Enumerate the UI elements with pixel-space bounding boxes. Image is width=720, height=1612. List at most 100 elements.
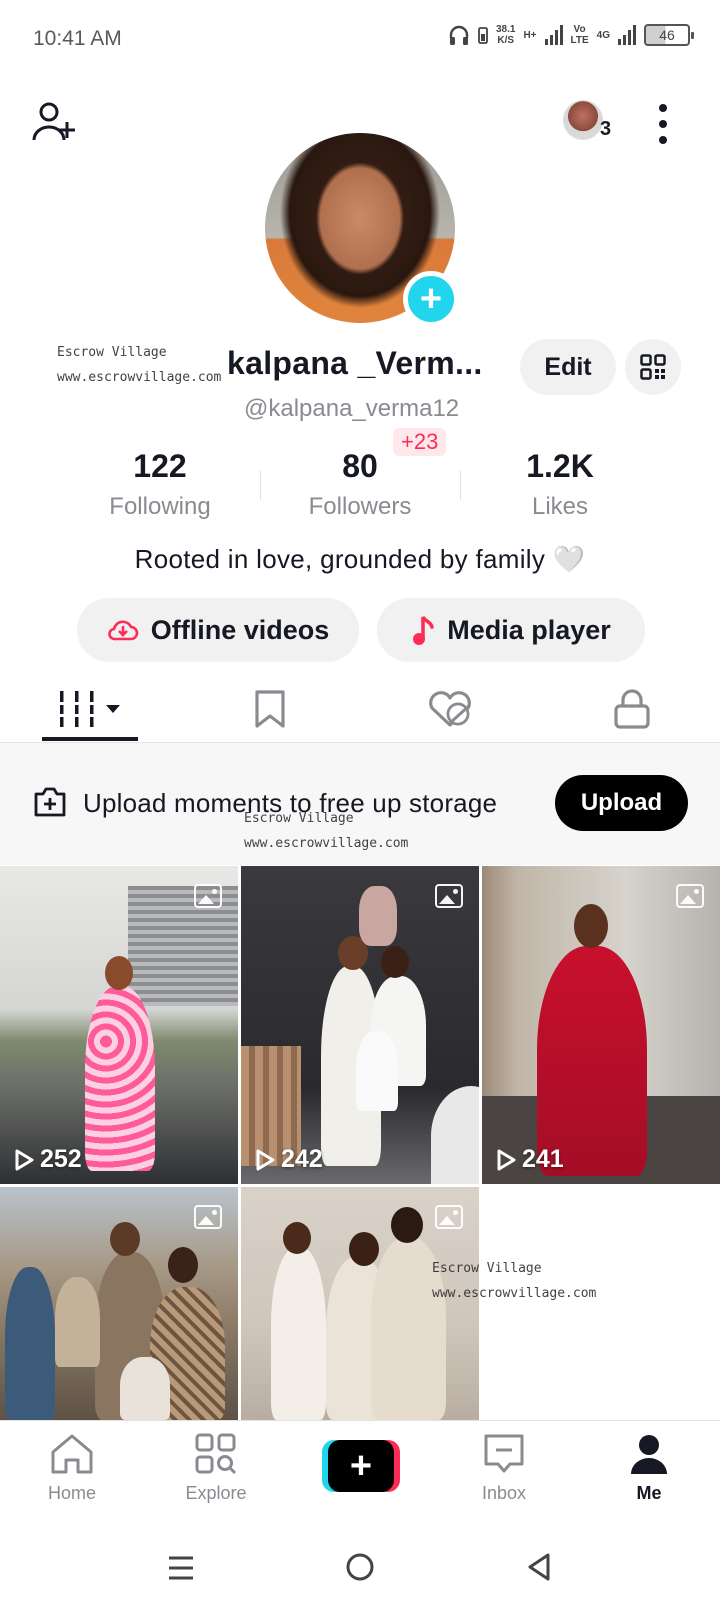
watermark-line: www.escrowvillage.com: [244, 836, 409, 851]
bio: Rooted in love, grounded by family 🤍: [134, 544, 586, 574]
stat-likes[interactable]: 1.2K Likes: [460, 448, 660, 521]
play-icon: [15, 1149, 34, 1170]
figure-head: [349, 1232, 379, 1266]
watermark-line: Escrow Village: [57, 345, 167, 360]
edit-profile-button[interactable]: Edit: [520, 339, 616, 395]
figure: [356, 1031, 398, 1111]
home-icon: [51, 1434, 93, 1474]
bookmark-icon: [255, 690, 285, 728]
post-tile[interactable]: 242: [241, 866, 479, 1184]
more-options-icon[interactable]: [658, 104, 668, 144]
photo-post-icon: [676, 884, 704, 908]
followers-label: Followers: [308, 493, 412, 520]
figure: [85, 986, 155, 1171]
balloon: [359, 886, 397, 946]
figure-head: [110, 1222, 140, 1256]
figure-head: [391, 1207, 423, 1243]
watermark-line: Escrow Village: [432, 1261, 542, 1276]
post-tile[interactable]: 252: [0, 866, 238, 1184]
offline-videos-label: Offline videos: [150, 614, 330, 645]
qr-code-button[interactable]: [625, 339, 681, 395]
watermark-line: www.escrowvillage.com: [432, 1286, 597, 1301]
nav-me[interactable]: Me: [594, 1433, 704, 1504]
signal-icon-2: [618, 25, 636, 45]
watermark-top: Escrow Village www.escrowvillage.com: [57, 340, 221, 390]
nav-explore[interactable]: Explore: [161, 1433, 271, 1504]
signal-icon: [544, 25, 563, 45]
create-button[interactable]: +: [322, 1440, 400, 1492]
media-player-label: Media player: [447, 614, 611, 645]
figure: [5, 1267, 55, 1420]
figure: [271, 1247, 326, 1420]
nav-home[interactable]: Home: [17, 1433, 127, 1504]
view-count-value: 252: [40, 1145, 82, 1173]
stat-followers[interactable]: 80 Followers: [260, 448, 460, 521]
watermark-line: Escrow Village: [244, 811, 354, 826]
volte-bottom: LTE: [570, 35, 589, 46]
inbox-icon: [484, 1434, 524, 1473]
tab-private[interactable]: [592, 680, 672, 738]
watermark-middle: Escrow Village www.escrowvillage.com: [244, 806, 408, 856]
figure-head: [574, 904, 608, 948]
figure: [55, 1277, 100, 1367]
figure-head: [105, 956, 133, 990]
headphones-icon: [449, 25, 469, 45]
tab-liked[interactable]: [410, 680, 490, 738]
figure-head: [283, 1222, 311, 1254]
photo-post-icon: [435, 1205, 463, 1229]
home-circle-icon[interactable]: [345, 1552, 375, 1582]
offline-videos-button[interactable]: Offline videos: [77, 598, 359, 662]
play-icon: [256, 1149, 275, 1170]
system-nav-bar: [0, 1524, 720, 1612]
volte-top: Vo: [573, 24, 586, 35]
likes-label: Likes: [531, 493, 589, 520]
battery-indicator: 46: [644, 24, 694, 46]
following-label: Following: [109, 493, 211, 520]
photo-post-icon: [435, 884, 463, 908]
stat-following[interactable]: 122 Following: [60, 448, 260, 521]
tab-videos[interactable]: [40, 680, 140, 738]
music-note-icon: [413, 616, 434, 645]
nav-home-label: Home: [47, 1483, 96, 1503]
add-story-button[interactable]: +: [403, 271, 459, 327]
figure-head: [168, 1247, 198, 1283]
qr-code-icon: [640, 354, 666, 380]
nav-explore-label: Explore: [185, 1483, 247, 1503]
notification-count: 3: [600, 118, 612, 140]
watermark-bottom: Escrow Village www.escrowvillage.com: [432, 1256, 596, 1306]
network-4g: 4G: [596, 29, 610, 41]
photo-post-icon: [194, 884, 222, 908]
profile-icon: [631, 1435, 667, 1474]
recent-apps-icon[interactable]: [167, 1554, 195, 1582]
videos-grid-icon: [58, 691, 120, 727]
add-friend-icon[interactable]: [30, 98, 78, 146]
network-h-plus: H+: [523, 29, 537, 41]
active-tab-indicator: [42, 737, 138, 741]
liked-hidden-icon: [429, 691, 472, 727]
tab-favorites[interactable]: [230, 680, 310, 738]
photo-post-icon: [194, 1205, 222, 1229]
volte-indicator: Vo LTE: [571, 24, 589, 46]
back-icon[interactable]: [526, 1552, 552, 1582]
view-count-value: 241: [522, 1145, 564, 1173]
explore-icon: [195, 1433, 237, 1475]
nav-inbox[interactable]: Inbox: [449, 1433, 559, 1504]
view-count: 252: [14, 1145, 82, 1174]
post-tile[interactable]: [0, 1187, 238, 1420]
plus-icon: +: [328, 1440, 394, 1492]
figure-head: [381, 946, 409, 978]
play-icon: [497, 1149, 516, 1170]
net-speed-unit: K/S: [497, 35, 515, 46]
cloud-download-icon: [107, 620, 139, 641]
account-switch-avatar[interactable]: [563, 100, 603, 140]
upload-button[interactable]: Upload: [555, 775, 688, 831]
display-name: kalpana _Verm...: [227, 345, 483, 381]
figure: [120, 1357, 170, 1420]
media-player-button[interactable]: Media player: [377, 598, 645, 662]
post-tile[interactable]: 241: [482, 866, 720, 1184]
table: [431, 1086, 479, 1184]
username: @kalpana_verma12: [244, 395, 460, 422]
view-count-value: 242: [281, 1145, 323, 1173]
figure: [537, 946, 647, 1176]
net-speed-value: 38.1: [495, 24, 516, 35]
